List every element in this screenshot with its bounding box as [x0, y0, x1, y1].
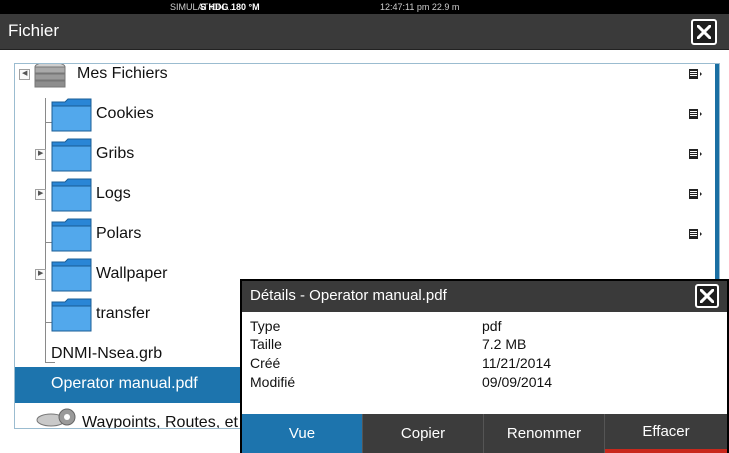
tree-item-label: Gribs [96, 145, 135, 162]
delete-button[interactable]: Effacer [605, 414, 727, 453]
window-title: Fichier [8, 21, 60, 40]
tree-item-label: transfer [96, 305, 151, 322]
detail-value-modified: 09/09/2014 [482, 374, 553, 390]
tree-item-label: Operator manual.pdf [51, 375, 198, 392]
view-button[interactable]: Vue [242, 414, 363, 453]
dialog-title: Détails - Operator manual.pdf [250, 287, 447, 304]
folder-icon [51, 258, 92, 292]
detail-value-created: 11/21/2014 [482, 355, 552, 371]
close-dialog-button[interactable] [695, 284, 719, 308]
tree-item-polars[interactable]: Polars [15, 215, 715, 255]
copy-button[interactable]: Copier [363, 414, 484, 453]
tree-item-label: Polars [96, 225, 142, 242]
dialog-button-bar: Vue Copier Renommer Effacer [242, 414, 727, 453]
item-menu-icon[interactable] [689, 68, 703, 80]
folder-icon [51, 178, 92, 212]
tree-item-cookies[interactable]: Cookies [15, 95, 715, 135]
detail-value-type: pdf [482, 318, 502, 334]
tree-item-label: Mes Fichiers [77, 65, 168, 82]
status-bar: SIMULATION... S HDG 180 °M 12:47:11 pm 2… [0, 0, 729, 14]
time-depth-readout: 12:47:11 pm 22.9 m [380, 2, 460, 12]
item-menu-icon[interactable] [689, 148, 703, 160]
rename-button[interactable]: Renommer [484, 414, 605, 453]
tree-item-label: Waypoints, Routes, et tra [82, 414, 262, 429]
tree-item-label: Logs [96, 185, 131, 202]
detail-label-created: Créé [250, 355, 281, 371]
waypoint-database-icon [36, 408, 76, 427]
close-icon [697, 25, 711, 39]
expand-toggle[interactable]: ▶ [35, 189, 46, 200]
heading-readout: S HDG 180 °M [200, 2, 260, 12]
expand-toggle[interactable]: ▶ [35, 149, 46, 160]
details-dialog: Détails - Operator manual.pdf Type pdf T… [240, 279, 729, 453]
collapse-toggle[interactable]: ◀ [19, 69, 30, 80]
item-menu-icon[interactable] [689, 108, 703, 120]
dialog-titlebar: Détails - Operator manual.pdf [242, 281, 727, 312]
tree-item-label: Cookies [96, 105, 154, 122]
item-menu-icon[interactable] [689, 188, 703, 200]
folder-icon [51, 218, 92, 252]
close-window-button[interactable] [691, 19, 717, 45]
detail-value-size: 7.2 MB [482, 336, 527, 352]
window-titlebar: Fichier [0, 14, 729, 50]
tree-item-logs[interactable]: ▶ Logs [15, 175, 715, 215]
tree-item-label: Wallpaper [96, 265, 168, 282]
tree-item-mes-fichiers[interactable]: ◀ Mes Fichiers [15, 64, 715, 95]
expand-toggle[interactable]: ▶ [35, 269, 46, 280]
folder-icon [51, 138, 92, 172]
detail-label-type: Type [250, 318, 281, 334]
folder-icon [51, 298, 92, 332]
folder-icon [51, 98, 92, 132]
tree-item-label: DNMI-Nsea.grb [51, 345, 163, 362]
drive-stack-icon [34, 64, 66, 88]
tree-item-gribs[interactable]: ▶ Gribs [15, 135, 715, 175]
detail-label-modified: Modifié [250, 374, 296, 390]
close-icon [700, 289, 714, 303]
detail-label-size: Taille [250, 336, 282, 352]
item-menu-icon[interactable] [689, 228, 703, 240]
